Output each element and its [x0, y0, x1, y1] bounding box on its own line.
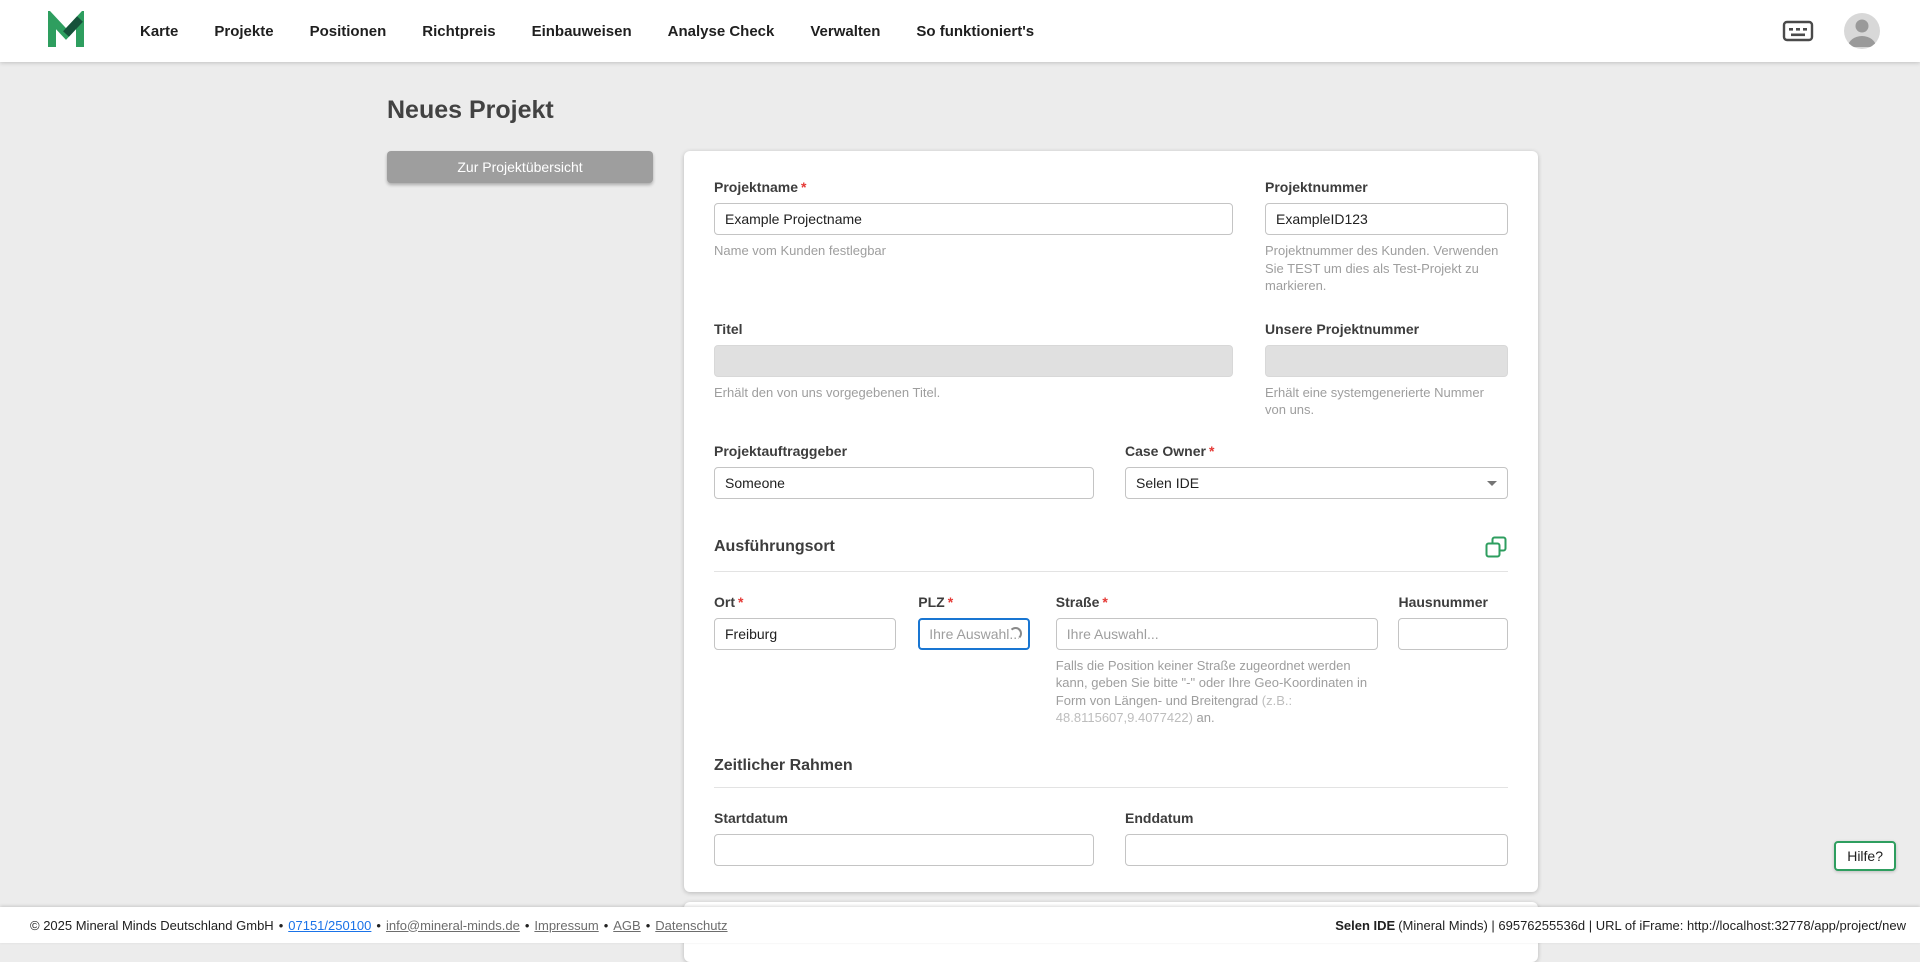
footer-agb-link[interactable]: AGB [613, 918, 640, 933]
footer-phone-link[interactable]: 07151/250100 [288, 918, 371, 933]
enddatum-input[interactable] [1125, 834, 1508, 866]
unsere-projektnummer-input [1265, 345, 1508, 377]
nav-item-positionen[interactable]: Positionen [310, 23, 387, 40]
footer-datenschutz-link[interactable]: Datenschutz [655, 918, 727, 933]
enddatum-label: Enddatum [1125, 810, 1508, 826]
required-marker: * [801, 179, 806, 195]
new-project-form-card: Projektname* Name vom Kunden festlegbar … [684, 151, 1538, 892]
footer-impressum-link[interactable]: Impressum [534, 918, 598, 933]
ort-label: Ort* [714, 594, 896, 610]
footer: © 2025 Mineral Minds Deutschland GmbH • … [0, 907, 1920, 943]
project-overview-button[interactable]: Zur Projektübersicht [387, 151, 653, 183]
unsere-projektnummer-label: Unsere Projektnummer [1265, 321, 1508, 337]
footer-session-info: Selen IDE (Mineral Minds) | 69576255536d… [1335, 918, 1906, 933]
titel-input [714, 345, 1233, 377]
nav-item-einbauweisen[interactable]: Einbauweisen [532, 23, 632, 40]
plz-label: PLZ* [918, 594, 1030, 610]
nav-item-richtpreis[interactable]: Richtpreis [422, 23, 495, 40]
nav-item-karte[interactable]: Karte [140, 23, 178, 40]
loading-spinner-icon [1009, 627, 1022, 640]
server-icon[interactable] [1782, 19, 1814, 43]
page-title: Neues Projekt [387, 96, 1920, 125]
case-owner-select[interactable]: Selen IDE [1125, 467, 1508, 499]
section-divider [714, 787, 1508, 788]
main-navigation: Karte Projekte Positionen Richtpreis Ein… [140, 23, 1070, 40]
case-owner-label: Case Owner* [1125, 443, 1508, 459]
footer-left: © 2025 Mineral Minds Deutschland GmbH • … [30, 918, 728, 933]
copyright-text: © 2025 Mineral Minds Deutschland GmbH [30, 918, 274, 933]
projektauftraggeber-label: Projektauftraggeber [714, 443, 1094, 459]
projektauftraggeber-input[interactable] [714, 467, 1094, 499]
section-divider [714, 571, 1508, 572]
nav-item-verwalten[interactable]: Verwalten [810, 23, 880, 40]
session-details: (Mineral Minds) | 69576255536d | URL of … [1398, 918, 1906, 933]
nav-item-projekte[interactable]: Projekte [214, 23, 273, 40]
startdatum-label: Startdatum [714, 810, 1094, 826]
hausnummer-label: Hausnummer [1398, 594, 1508, 610]
projektnummer-helper: Projektnummer des Kunden. Verwenden Sie … [1265, 242, 1508, 295]
projektname-helper: Name vom Kunden festlegbar [714, 242, 1233, 260]
projektname-input[interactable] [714, 203, 1233, 235]
main-content: Neues Projekt Zur Projektübersicht Proje… [0, 62, 1920, 962]
titel-label: Titel [714, 321, 1233, 337]
unsere-projektnummer-helper: Erhält eine systemgenerierte Nummer von … [1265, 384, 1508, 419]
mineral-minds-logo-icon[interactable] [46, 11, 86, 51]
session-user: Selen IDE [1335, 918, 1395, 933]
required-marker: * [1102, 594, 1107, 610]
titel-helper: Erhält den von uns vorgegebenen Titel. [714, 384, 1233, 402]
hausnummer-input[interactable] [1398, 618, 1508, 650]
nav-item-analyse-check[interactable]: Analyse Check [668, 23, 775, 40]
required-marker: * [948, 594, 953, 610]
projektnummer-input[interactable] [1265, 203, 1508, 235]
help-button[interactable]: Hilfe? [1834, 841, 1896, 871]
required-marker: * [1209, 443, 1214, 459]
projektname-label: Projektname* [714, 179, 1233, 195]
projektnummer-label: Projektnummer [1265, 179, 1508, 195]
section-title-zeitlicher-rahmen: Zeitlicher Rahmen [714, 757, 853, 775]
footer-email-link[interactable]: info@mineral-minds.de [386, 918, 520, 933]
chevron-down-icon [1487, 481, 1497, 486]
strasse-label: Straße* [1056, 594, 1379, 610]
top-navbar: Karte Projekte Positionen Richtpreis Ein… [0, 0, 1920, 62]
strasse-input[interactable] [1056, 618, 1379, 650]
ort-input[interactable] [714, 618, 896, 650]
section-title-ausfuehrungsort: Ausführungsort [714, 538, 835, 556]
navbar-right [1782, 13, 1880, 49]
copy-icon[interactable] [1484, 535, 1508, 559]
strasse-helper: Falls die Position keiner Straße zugeord… [1056, 657, 1379, 727]
nav-item-so-funktionierts[interactable]: So funktioniert's [916, 23, 1034, 40]
user-avatar[interactable] [1844, 13, 1880, 49]
required-marker: * [738, 594, 743, 610]
startdatum-input[interactable] [714, 834, 1094, 866]
